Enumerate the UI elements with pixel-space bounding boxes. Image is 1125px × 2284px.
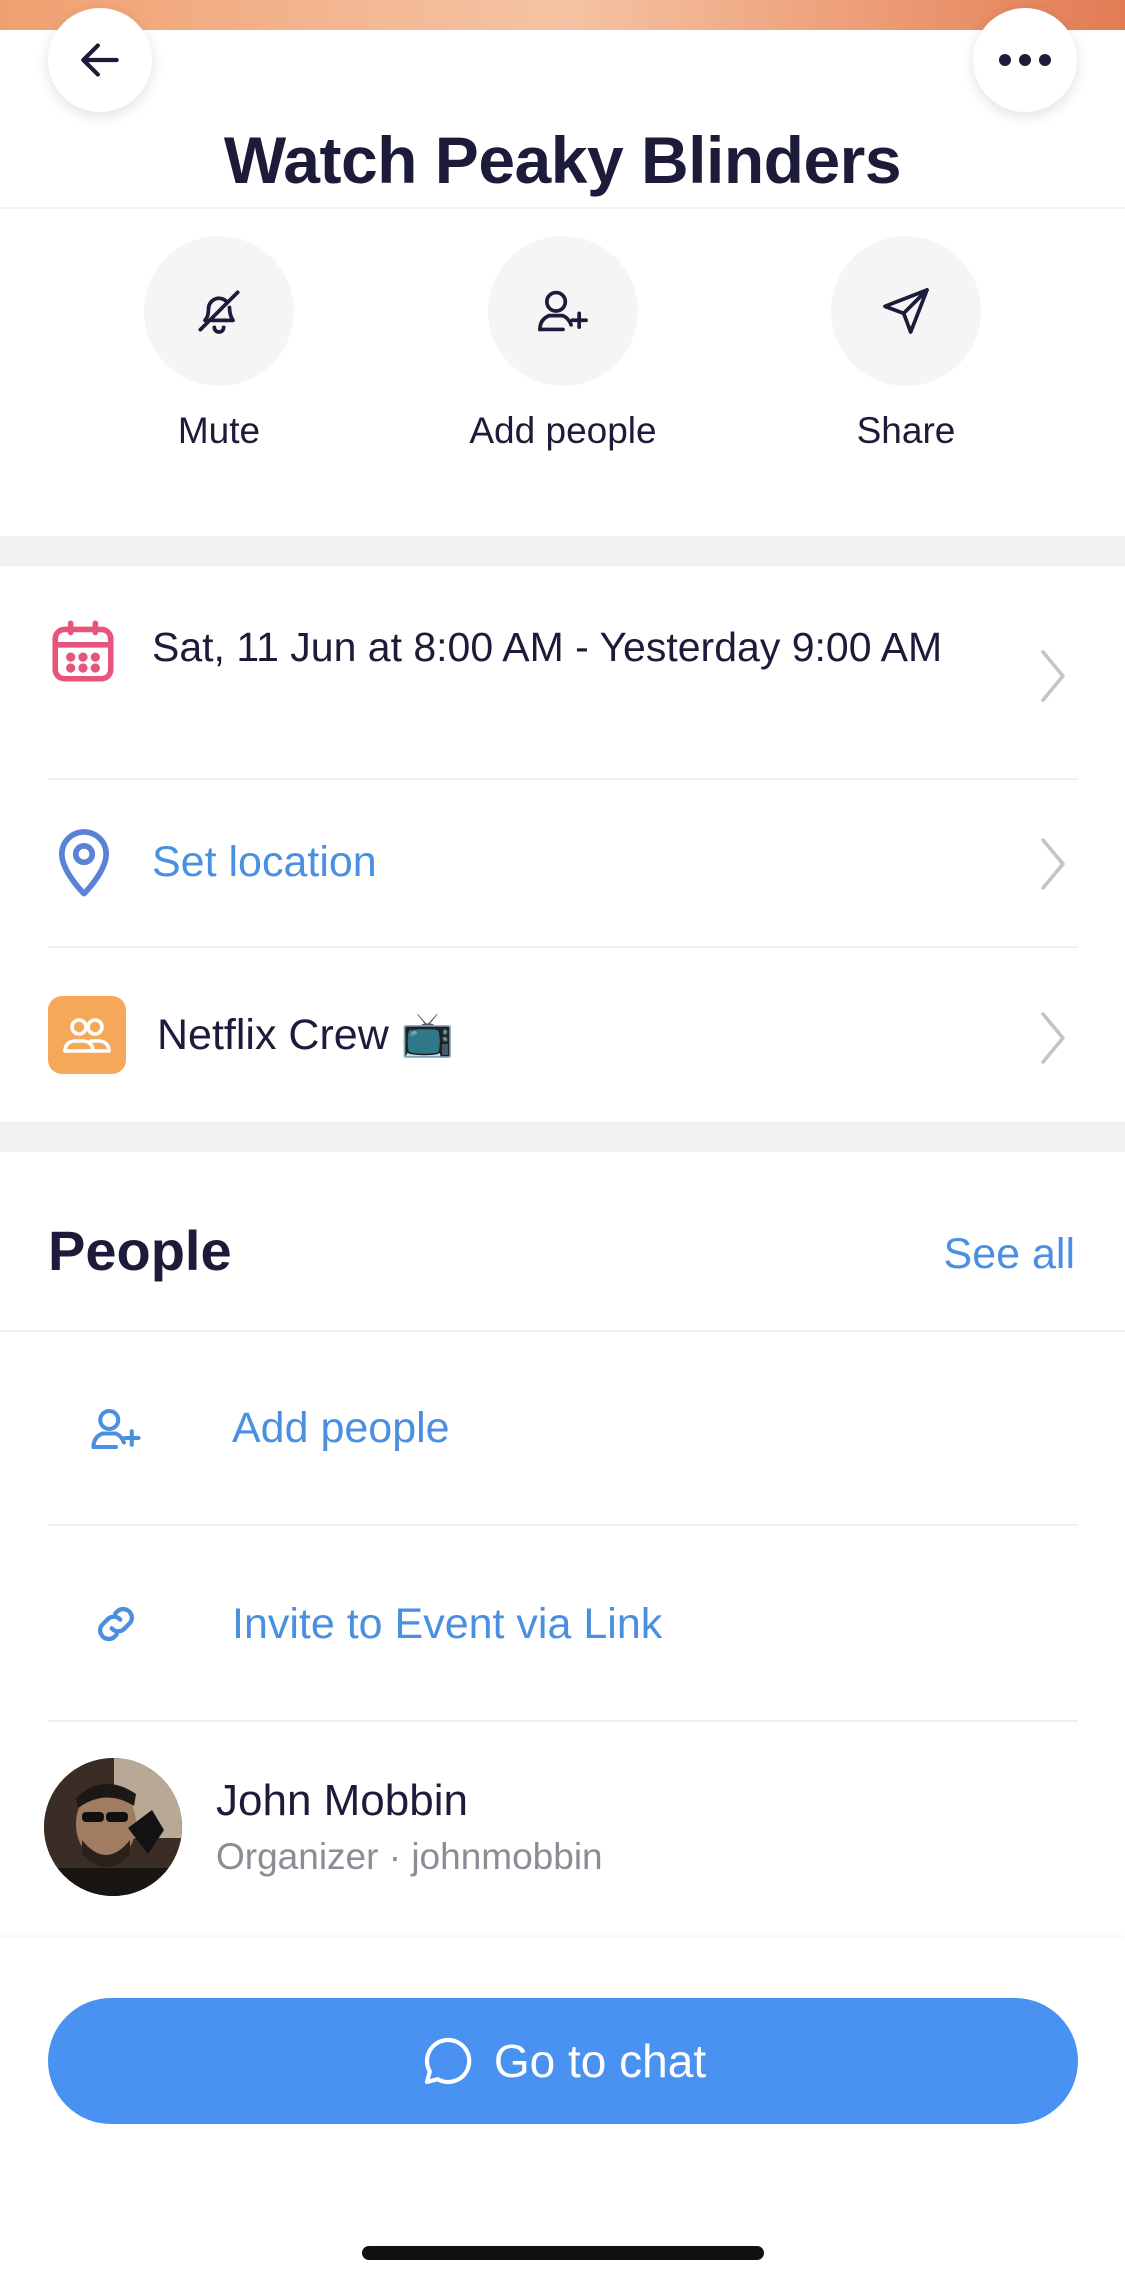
user-plus-icon [538, 290, 588, 332]
mute-action[interactable]: Mute [99, 236, 339, 452]
avatar-photo [44, 1758, 182, 1896]
invite-via-link[interactable]: Invite to Event via Link [232, 1600, 662, 1649]
calendar-icon [52, 620, 114, 682]
header-banner [0, 0, 1125, 32]
add-people-button[interactable] [488, 236, 638, 386]
mute-label: Mute [177, 410, 261, 451]
more-button[interactable] [973, 8, 1077, 112]
section-separator [0, 536, 1125, 566]
avatar[interactable] [44, 1758, 182, 1896]
member-role: Organizer · johnmobbin [216, 1836, 603, 1877]
group-icon [63, 1018, 111, 1053]
send-icon [883, 288, 929, 334]
group-tile [48, 996, 126, 1074]
chevron-right-icon [1041, 650, 1065, 702]
chevron-right-icon [1041, 838, 1065, 890]
home-indicator [362, 2246, 764, 2260]
share-label: Share [856, 410, 956, 451]
add-people-link[interactable]: Add people [232, 1404, 450, 1453]
arrow-left-icon [81, 43, 119, 77]
header-divider [0, 207, 1125, 209]
more-horizontal-icon [999, 54, 1051, 66]
chat-bubble-icon [424, 2037, 472, 2085]
bell-off-icon [198, 290, 240, 334]
back-button[interactable] [48, 8, 152, 112]
map-pin-icon [58, 829, 110, 897]
user-plus-icon [91, 1408, 141, 1450]
add-people-label: Add people [469, 410, 657, 451]
set-location-link[interactable]: Set location [152, 838, 377, 887]
group-name: Netflix Crew 📺 [157, 1011, 455, 1059]
add-people-action[interactable]: Add people [443, 236, 683, 452]
event-date-time: Sat, 11 Jun at 8:00 AM - Yesterday 9:00 … [152, 624, 943, 670]
member-name: John Mobbin [216, 1776, 468, 1825]
mute-button[interactable] [144, 236, 294, 386]
share-action[interactable]: Share [786, 236, 1026, 452]
go-to-chat-label: Go to chat [493, 2035, 707, 2087]
add-people-row[interactable] [0, 1332, 1125, 1526]
section-separator [0, 1122, 1125, 1152]
page-title: Watch Peaky Blinders [223, 123, 902, 197]
share-button[interactable] [831, 236, 981, 386]
go-to-chat-button[interactable]: Go to chat [48, 1998, 1078, 2124]
chevron-right-icon [1041, 1012, 1065, 1064]
see-all-link[interactable]: See all [944, 1230, 1075, 1279]
people-section-title: People [48, 1219, 232, 1282]
link-icon [98, 1606, 134, 1642]
header-sheet: Watch Peaky Blinders [0, 8, 1125, 210]
